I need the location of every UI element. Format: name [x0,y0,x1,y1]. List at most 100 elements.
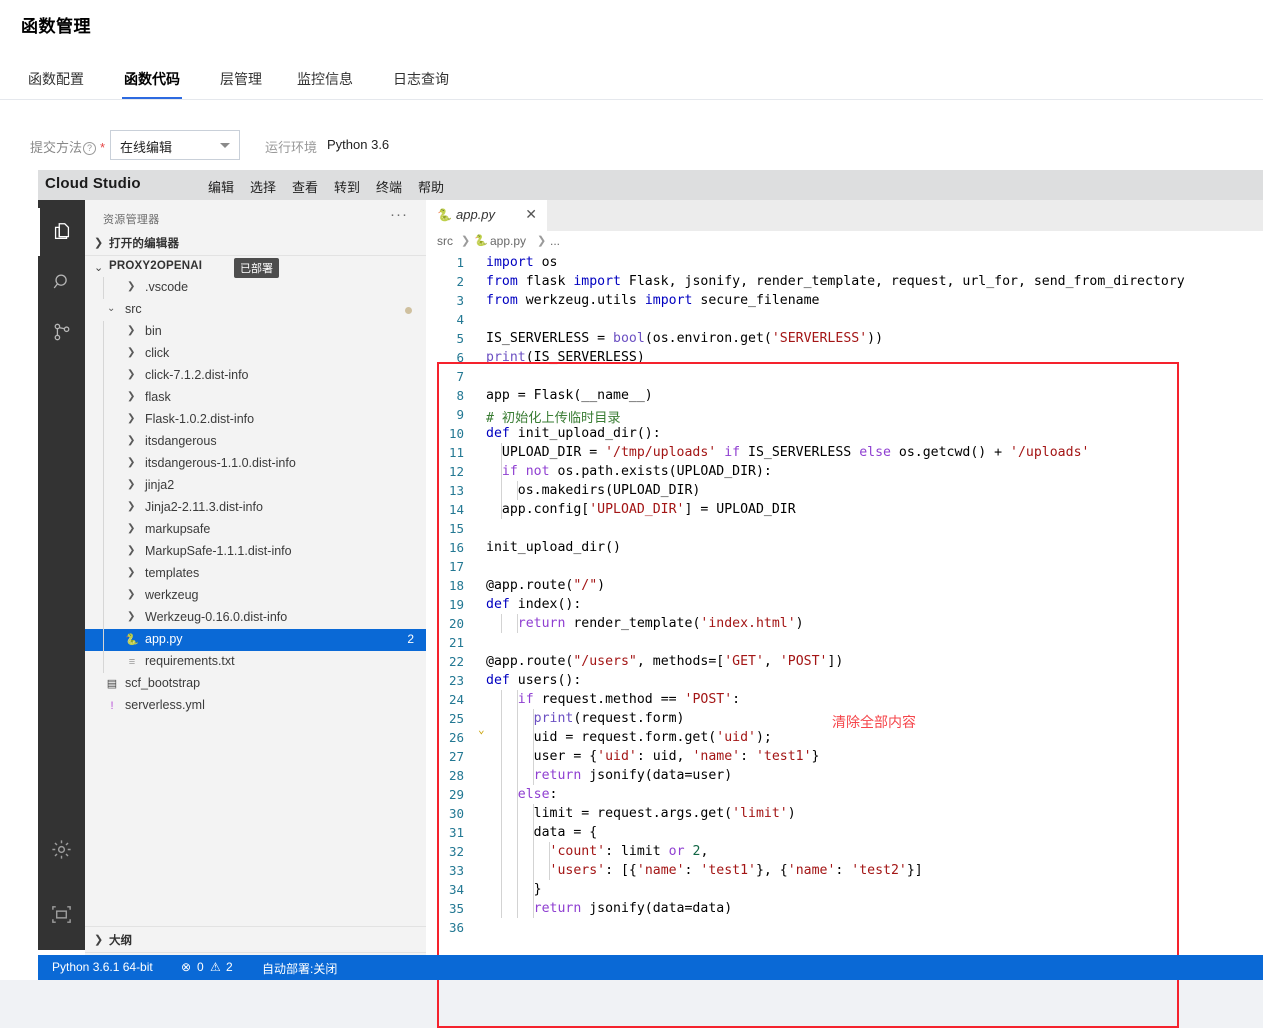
code-line[interactable]: 35 return jsonify(data=data) [426,899,1263,918]
code-line[interactable]: 33 'users': [{'name': 'test1'}, {'name':… [426,861,1263,880]
tree-item-werkzeug[interactable]: ❯ werkzeug [85,585,426,607]
code-line[interactable]: 20 return render_template('index.html') [426,614,1263,633]
tree-item-flask-1-0-2-dist-info[interactable]: ❯ Flask-1.0.2.dist-info [85,409,426,431]
code-line[interactable]: 2 from flask import Flask, jsonify, rende… [426,272,1263,291]
code-line[interactable]: 14 app.config['UPLOAD_DIR'] = UPLOAD_DIR [426,500,1263,519]
tab-2[interactable]: 层管理 [218,66,264,99]
tree-item-requirements-txt[interactable]: ≡ requirements.txt [85,651,426,673]
explorer-more-icon[interactable]: ··· [390,206,408,223]
status-autodeploy[interactable]: 自动部署:关闭 [262,960,337,977]
files-icon[interactable] [38,208,85,256]
code-line[interactable]: 21 [426,633,1263,652]
tree-item-templates[interactable]: ❯ templates [85,563,426,585]
code-line[interactable]: 7 [426,367,1263,386]
code-line[interactable]: 27 user = {'uid': uid, 'name': 'test1'} [426,747,1263,766]
status-python-version[interactable]: Python 3.6.1 64-bit [52,960,153,974]
tree-item-label: serverless.yml [125,698,205,712]
code-line[interactable]: 13 os.makedirs(UPLOAD_DIR) [426,481,1263,500]
tree-item-itsdangerous[interactable]: ❯ itsdangerous [85,431,426,453]
tree-item-markupsafe-1-1-1-dist-info[interactable]: ❯ MarkupSafe-1.1.1.dist-info [85,541,426,563]
code-line[interactable]: 5 IS_SERVERLESS = bool(os.environ.get('SE… [426,329,1263,348]
code-line[interactable]: 4 [426,310,1263,329]
project-section[interactable]: ⌄ PROXY2OPENAI 已部署 [85,255,426,278]
tree-item-src[interactable]: ⌄ src [85,299,426,321]
code-line[interactable]: 11 UPLOAD_DIR = '/tmp/uploads' if IS_SER… [426,443,1263,462]
tree-item-label: Flask-1.0.2.dist-info [145,412,255,426]
search-icon[interactable] [38,258,85,306]
tab-0[interactable]: 函数配置 [26,66,86,99]
code-line[interactable]: 8 app = Flask(__name__) [426,386,1263,405]
tree-item-click-7-1-2-dist-info[interactable]: ❯ click-7.1.2.dist-info [85,365,426,387]
code-line[interactable]: 18 @app.route("/") [426,576,1263,595]
code-line[interactable]: 22 @app.route("/users", methods=['GET', '… [426,652,1263,671]
error-icon[interactable]: ⊗ [181,960,191,974]
open-editors-section[interactable]: ❯ 打开的编辑器 [85,232,426,254]
code-line[interactable]: 19 def index(): [426,595,1263,614]
code-line[interactable]: 9 # 初始化上传临时目录 [426,405,1263,426]
indent-guide [103,277,104,299]
breadcrumb-file[interactable]: app.py [490,234,526,248]
indent-guide [103,585,104,607]
code-text: @app.route("/") [486,578,606,593]
code-line[interactable]: 15 [426,519,1263,538]
status-error-count[interactable]: 0 [197,960,204,974]
editor-tab-app-py[interactable]: 🐍 app.py ✕ [426,200,547,231]
tree-item-jinja2-2-11-3-dist-info[interactable]: ❯ Jinja2-2.11.3.dist-info [85,497,426,519]
code-line[interactable]: 34 } [426,880,1263,899]
code-line[interactable]: 3 from werkzeug.utils import secure_filen… [426,291,1263,310]
tree-item-serverless-yml[interactable]: ! serverless.yml [85,695,426,717]
code-line[interactable]: 24 if request.method == 'POST': [426,690,1263,709]
tree-item-itsdangerous-1-1-0-dist-info[interactable]: ❯ itsdangerous-1.1.0.dist-info [85,453,426,475]
status-warning-count[interactable]: 2 [226,960,233,974]
code-line[interactable]: 32 'count': limit or 2, [426,842,1263,861]
tab-4[interactable]: 日志查询 [391,66,451,99]
code-line[interactable]: 28 return jsonify(data=user) [426,766,1263,785]
code-line[interactable]: 30 limit = request.args.get('limit') [426,804,1263,823]
tree-item-click[interactable]: ❯ click [85,343,426,365]
code-line[interactable]: 6 print(IS_SERVERLESS) [426,348,1263,367]
tree-item-flask[interactable]: ❯ flask [85,387,426,409]
code-text: if not os.path.exists(UPLOAD_DIR): [501,464,772,479]
breadcrumb-more[interactable]: ... [550,234,560,248]
tab-3[interactable]: 监控信息 [295,66,355,99]
close-icon[interactable]: ✕ [525,206,537,222]
code-line[interactable]: 29 else: [426,785,1263,804]
tree-item-jinja2[interactable]: ❯ jinja2 [85,475,426,497]
ide-menu-5[interactable]: 帮助 [418,177,444,196]
ide-menu-4[interactable]: 终端 [376,177,402,196]
code-line[interactable]: 36 [426,918,1263,937]
ide-menu-3[interactable]: 转到 [334,177,360,196]
code-line[interactable]: 10 def init_upload_dir(): [426,424,1263,443]
tree-item-werkzeug-0-16-0-dist-info[interactable]: ❯ Werkzeug-0.16.0.dist-info [85,607,426,629]
line-number: 11 [448,445,464,460]
code-line[interactable]: 16 init_upload_dir() [426,538,1263,557]
tab-1[interactable]: 函数代码 [122,66,182,99]
ide-menu-0[interactable]: 编辑 [208,177,234,196]
gear-icon[interactable] [38,825,85,873]
tree-item-scf-bootstrap[interactable]: ▤ scf_bootstrap [85,673,426,695]
code-line[interactable]: 31 data = { [426,823,1263,842]
code-text: return jsonify(data=data) [533,901,733,916]
help-icon[interactable]: ? [83,142,97,155]
code-line[interactable]: 17 [426,557,1263,576]
indent-guide [103,475,104,497]
ide-menu-1[interactable]: 选择 [250,177,276,196]
remote-explorer-icon[interactable] [38,890,85,938]
code-line[interactable]: 1 import os [426,253,1263,272]
submit-method-select[interactable]: 在线编辑 [110,130,240,160]
outline-section[interactable]: ❯ 大纲 [85,926,426,952]
source-control-icon[interactable] [38,308,85,356]
submit-method-row: 提交方法? * 在线编辑 运行环境 Python 3.6 [0,125,1263,167]
tree-item-label: markupsafe [145,522,211,536]
tree-item-bin[interactable]: ❯ bin [85,321,426,343]
code-line[interactable]: 23 def users(): [426,671,1263,690]
code-content[interactable]: 1 import os 2 from flask import Flask, json… [426,253,1263,950]
warning-icon[interactable]: ⚠ [210,960,221,974]
breadcrumb-src[interactable]: src [437,234,453,248]
code-line[interactable]: 12 if not os.path.exists(UPLOAD_DIR): [426,462,1263,481]
tree-item-markupsafe[interactable]: ❯ markupsafe [85,519,426,541]
tree-item-app-py[interactable]: 🐍 app.py 2 [85,629,426,651]
ide-menu-2[interactable]: 查看 [292,177,318,196]
tree-item--vscode[interactable]: ❯ .vscode [85,277,426,299]
breadcrumb-separator: ❯ [461,235,471,247]
